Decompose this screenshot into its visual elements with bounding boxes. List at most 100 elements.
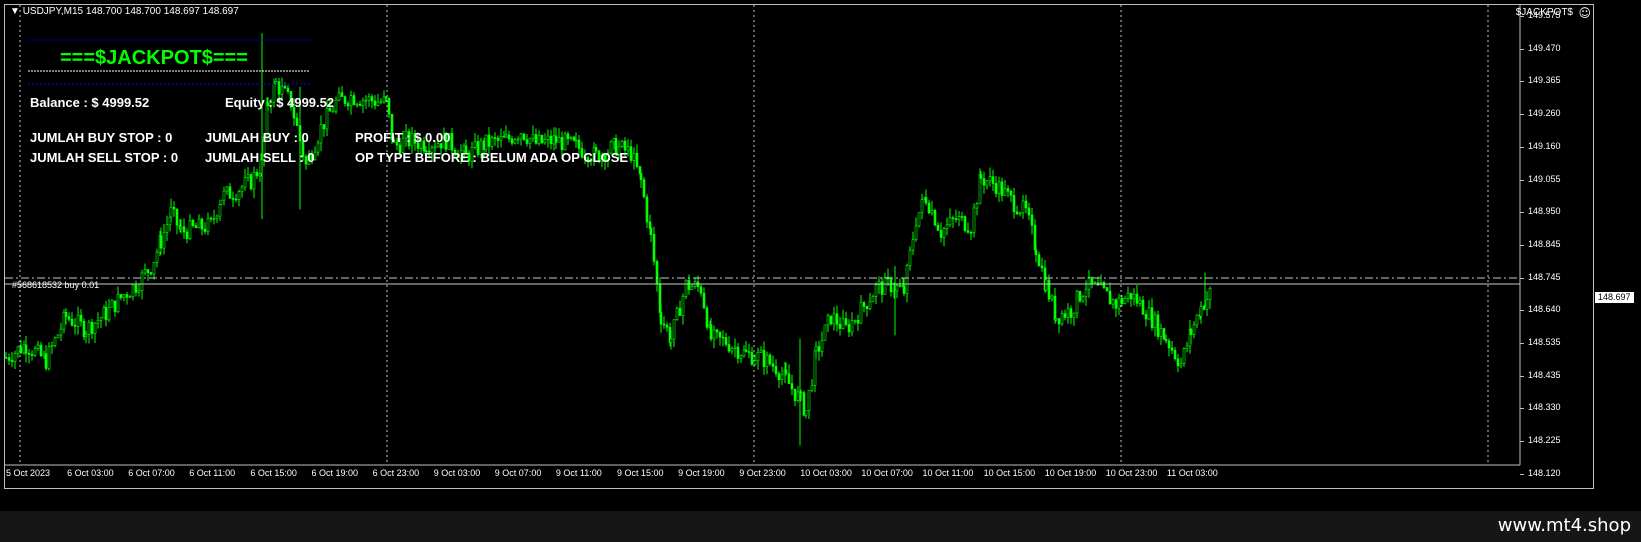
candle-body [504, 134, 508, 138]
candle-body [838, 324, 842, 329]
price-tick [1520, 408, 1524, 410]
candle-body [87, 321, 91, 335]
candle-body [219, 199, 223, 205]
candle-body [234, 198, 238, 201]
candle-body [577, 139, 581, 149]
candle-body [796, 391, 800, 401]
watermark-url: www.mt4.shop [1497, 515, 1631, 536]
candle-body [566, 133, 570, 139]
candle-body [1182, 348, 1186, 364]
candle-body [484, 134, 488, 150]
candle-body [979, 174, 983, 179]
candle-body [1069, 308, 1073, 318]
candle-body [67, 316, 71, 320]
price-tick [1520, 81, 1524, 83]
smile-icon[interactable]: ☺ [1578, 6, 1591, 20]
candle-body [662, 323, 666, 326]
time-tick-label: 9 Oct 03:00 [433, 468, 481, 478]
candle-body [762, 349, 766, 368]
candle-body [777, 373, 781, 380]
candle-body [948, 217, 952, 226]
time-tick-label: 5 Oct 2023 [6, 468, 51, 478]
candle-body [280, 86, 284, 95]
price-tick [1520, 277, 1524, 279]
candle-body [1072, 312, 1076, 318]
candle-body [53, 337, 57, 346]
candle-body [814, 346, 818, 352]
candle-body [817, 346, 821, 352]
candle-body [96, 320, 100, 324]
candle-body [24, 344, 28, 354]
price-tick-label: 148.950 [1528, 206, 1561, 217]
candle-body [319, 124, 323, 144]
candle-body [128, 296, 132, 298]
candle-body [690, 286, 694, 290]
price-tick-label: 149.160 [1528, 140, 1561, 151]
candle-body [450, 132, 454, 151]
price-tick [1520, 310, 1524, 312]
price-tick-label: 149.260 [1528, 108, 1561, 119]
candle-body [1144, 314, 1148, 320]
candle-body [750, 352, 754, 365]
candle-body [1192, 324, 1196, 336]
candle-body [1173, 349, 1177, 360]
candle-body [537, 134, 541, 144]
candle-body [1037, 254, 1041, 267]
time-tick-label: 6 Oct 15:00 [250, 468, 297, 478]
price-tick [1520, 179, 1524, 181]
candle-body [933, 210, 937, 226]
candle-body [868, 301, 872, 310]
price-tick [1520, 48, 1524, 50]
candle-body [678, 307, 682, 316]
candle-body [433, 146, 437, 149]
candle-body [493, 137, 497, 139]
candle-body [669, 338, 673, 343]
price-tick-label: 148.330 [1528, 402, 1561, 413]
candle-body [574, 139, 578, 142]
candle-body [175, 208, 179, 226]
candle-body [373, 100, 377, 106]
candle-body [82, 320, 86, 338]
candle-body [379, 101, 383, 104]
candle-body [939, 230, 943, 238]
candle-body [1111, 299, 1115, 305]
candle-body [902, 285, 906, 294]
order-line-label[interactable]: #568618532 buy 0.01 [12, 280, 99, 290]
candle-body [531, 134, 535, 139]
chart-canvas[interactable] [0, 0, 1641, 511]
candle-body [629, 146, 633, 161]
candle-body [665, 324, 669, 328]
candle-body [1185, 345, 1189, 349]
candle-body [355, 103, 359, 106]
candle-body [179, 226, 183, 229]
time-tick-label: 6 Oct 07:00 [128, 468, 175, 478]
candle-body [804, 410, 808, 416]
candle-body [228, 186, 232, 199]
candle-body [905, 265, 909, 294]
candle-body [349, 95, 353, 107]
candle-body [859, 302, 863, 324]
candle-body [231, 198, 235, 200]
footer-bar: www.mt4.shop [0, 511, 1641, 542]
candle-body [1054, 318, 1058, 321]
candle-body [534, 134, 538, 144]
candle-body [137, 290, 141, 293]
candle-body [519, 133, 523, 140]
candle-body [1164, 338, 1168, 342]
candle-body [774, 366, 778, 374]
candle-body [7, 357, 11, 361]
candle-body [543, 139, 547, 144]
candle-body [759, 349, 763, 353]
candle-body [850, 320, 854, 333]
time-tick-label: 9 Oct 11:00 [555, 468, 602, 478]
candle-series [4, 33, 1212, 446]
candle-body [1159, 328, 1163, 337]
candle-body [1123, 298, 1127, 305]
collapse-triangle-icon[interactable]: ▼ [10, 6, 20, 17]
candle-body [1170, 347, 1174, 351]
time-tick-label: 9 Oct 19:00 [678, 468, 725, 478]
candle-body [1147, 307, 1151, 320]
candle-body [874, 284, 878, 297]
candle-body [969, 232, 973, 234]
price-tick [1520, 473, 1524, 475]
